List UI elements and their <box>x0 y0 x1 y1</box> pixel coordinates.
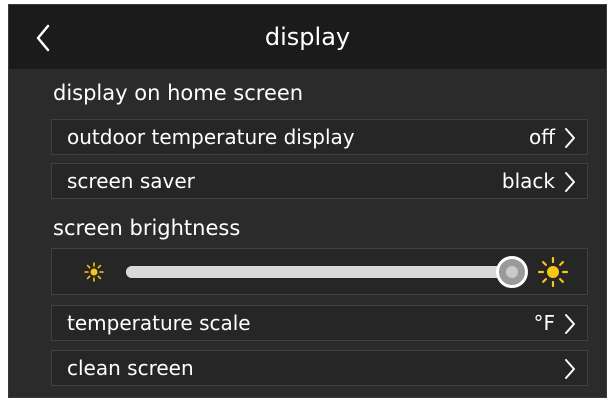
top-bar: display <box>9 5 606 69</box>
chevron-right-icon <box>565 314 575 334</box>
row-value: °F <box>533 311 555 335</box>
section-label-screen-brightness: screen brightness <box>53 216 241 240</box>
chevron-right-icon <box>565 128 575 148</box>
row-clean-screen[interactable]: clean screen <box>51 350 588 386</box>
brightness-slider-row <box>51 248 588 295</box>
row-outdoor-temperature-display[interactable]: outdoor temperature display off <box>51 119 588 155</box>
display-settings-screen: display display on home screen outdoor t… <box>8 4 607 398</box>
chevron-right-icon <box>565 359 575 379</box>
section-label-home-screen: display on home screen <box>53 81 304 105</box>
row-screen-saver[interactable]: screen saver black <box>51 163 588 199</box>
brightness-slider-fill <box>126 266 512 278</box>
sun-large-icon <box>538 257 568 287</box>
row-label: screen saver <box>67 169 195 193</box>
brightness-slider-track[interactable] <box>126 266 512 278</box>
row-label: clean screen <box>67 356 194 380</box>
row-label: temperature scale <box>67 311 251 335</box>
row-value: black <box>501 169 555 193</box>
chevron-right-icon <box>565 172 575 192</box>
row-label: outdoor temperature display <box>67 125 355 149</box>
slider-handle-grip <box>506 266 518 278</box>
row-value: off <box>528 125 555 149</box>
sun-small-icon <box>84 262 104 282</box>
row-temperature-scale[interactable]: temperature scale °F <box>51 305 588 341</box>
brightness-slider-handle[interactable] <box>496 256 528 288</box>
page-title: display <box>264 23 351 51</box>
